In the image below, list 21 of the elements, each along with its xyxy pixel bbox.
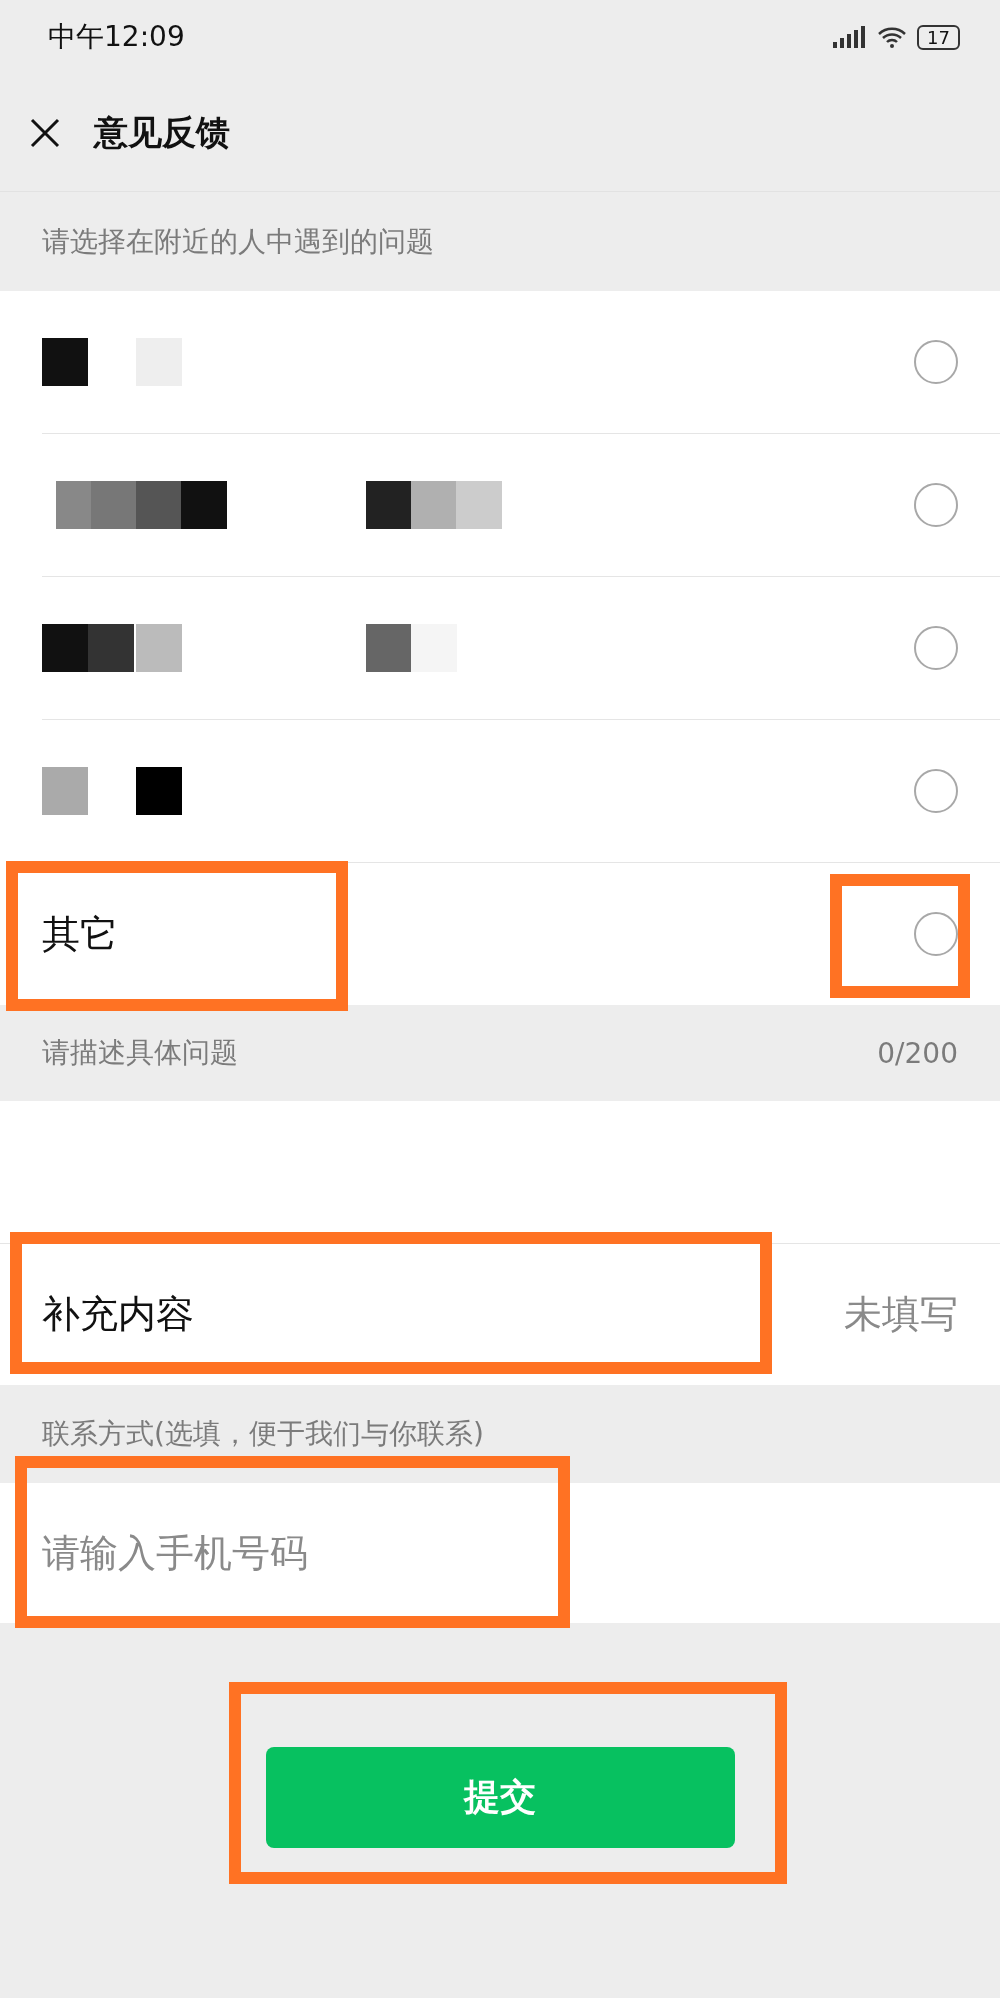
signal-icon xyxy=(833,26,868,48)
section-label: 联系方式(选填，便于我们与你联系) xyxy=(42,1416,484,1452)
section-label: 请选择在附近的人中遇到的问题 xyxy=(42,223,434,260)
wifi-icon xyxy=(877,26,908,48)
phone-field[interactable]: 请输入手机号码 xyxy=(0,1483,1000,1623)
supplement-value: 未填写 xyxy=(844,1291,958,1338)
radio-button[interactable] xyxy=(914,340,958,384)
radio-button[interactable] xyxy=(914,483,958,527)
section-label: 请描述具体问题 xyxy=(42,1035,238,1071)
char-counter: 0/200 xyxy=(877,1036,958,1070)
supplement-label: 补充内容 xyxy=(42,1291,194,1338)
description-field[interactable] xyxy=(0,1101,1000,1244)
radio-button[interactable] xyxy=(914,626,958,670)
close-icon[interactable] xyxy=(30,117,60,148)
battery-indicator: 17 xyxy=(917,24,960,50)
supplement-row[interactable]: 补充内容 未填写 xyxy=(0,1244,1000,1385)
radio-button[interactable] xyxy=(914,912,958,956)
option-label: 其它 xyxy=(42,910,118,958)
page-title: 意见反馈 xyxy=(94,110,230,154)
radio-button[interactable] xyxy=(914,769,958,813)
status-time: 中午12:09 xyxy=(48,19,185,55)
